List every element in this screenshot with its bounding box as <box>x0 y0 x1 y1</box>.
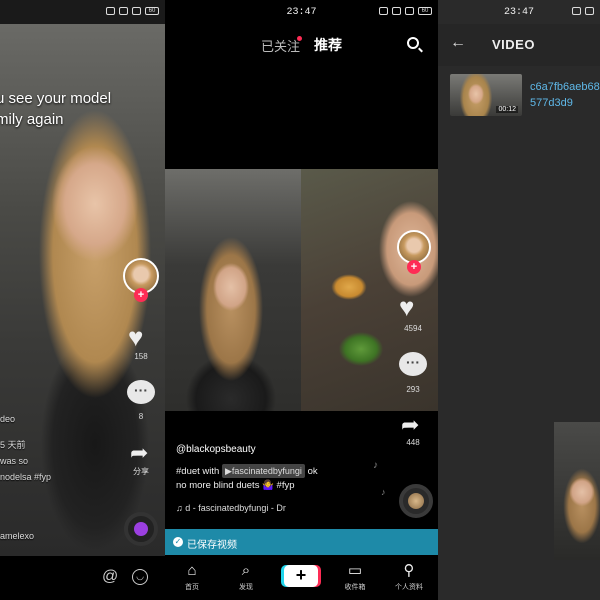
feed-panel: 23:47 60 已关注 推荐 + ♥ 4594 ··· 293 ➦ 448 @… <box>165 0 438 600</box>
nav-label: 收件箱 <box>344 584 366 591</box>
status-icons: 60 <box>106 7 159 15</box>
nav-home[interactable]: ⌂ 首页 <box>165 562 219 592</box>
heart-icon[interactable]: ♥ <box>128 322 143 353</box>
video-description: #duet with ▶fascinatedbyfungi ok no more… <box>176 464 366 493</box>
feed-header: 已关注 推荐 <box>165 34 438 56</box>
comment-count: 293 <box>406 385 420 394</box>
nav-label: 个人资料 <box>395 584 423 591</box>
home-icon: ⌂ <box>187 562 197 579</box>
share-icon[interactable]: ➦ <box>130 440 148 466</box>
discover-icon: ⌕ <box>241 562 251 579</box>
status-bar: 60 <box>0 0 165 24</box>
follow-plus-icon[interactable]: + <box>407 260 421 274</box>
share-label: 分享 <box>133 467 149 476</box>
follow-plus-icon[interactable]: + <box>134 288 148 302</box>
heart-icon[interactable]: ♥ <box>399 292 414 323</box>
meta-line: 5 天前 <box>0 440 26 450</box>
check-icon: ✓ <box>173 537 183 547</box>
music-note-icon: ♫ <box>176 503 183 513</box>
bottom-area <box>438 560 600 600</box>
bottom-nav: ⌂ 首页 ⌕ 发现 + ▭ 收件箱 ⚲ 个人资料 <box>165 556 438 600</box>
tab-recommended[interactable]: 推荐 <box>314 35 342 55</box>
creator-username[interactable]: @blackopsbeauty <box>176 444 256 455</box>
duet-video-left[interactable] <box>165 169 301 411</box>
music-title: d - fascinatedbyfungi - Dr <box>185 503 286 513</box>
music-disc-icon[interactable] <box>399 484 433 518</box>
back-arrow-icon[interactable]: ← <box>450 34 466 52</box>
meta-line: deo <box>0 414 16 424</box>
video-file-name[interactable]: c6a7fb6aeb680577d3d9 <box>530 79 600 111</box>
unread-dot <box>297 36 302 41</box>
share-icon[interactable]: ➦ <box>401 412 419 438</box>
music-note-icon: ♪ <box>381 487 386 497</box>
comment-icon[interactable]: ··· <box>399 352 427 376</box>
comment-icon[interactable]: ··· <box>127 380 155 404</box>
creator-avatar[interactable] <box>397 230 431 264</box>
search-icon[interactable] <box>407 37 419 49</box>
description-suffix: ok <box>307 466 318 477</box>
status-icons: 60 <box>379 7 432 15</box>
status-bar: 23:47 60 <box>165 0 438 24</box>
left-video-panel: 60 u see your model mily again + ♥ 158 ·… <box>0 0 165 600</box>
mini-video-preview[interactable] <box>554 422 600 560</box>
music-info[interactable]: ♫ d - fascinatedbyfungi - Dr <box>176 503 286 513</box>
like-count: 4594 <box>404 324 422 333</box>
mention-icon[interactable]: @ <box>102 568 118 586</box>
meta-line: nodelsa #fyp <box>0 472 52 482</box>
description-line2: no more blind duets 🤷‍♀️ #fyp <box>176 480 295 491</box>
video-duration: 00:12 <box>496 106 518 113</box>
video-caption: u see your model mily again <box>0 90 112 128</box>
page-title: VIDEO <box>492 37 535 52</box>
nav-label: 首页 <box>185 584 199 591</box>
duet-user-link[interactable]: ▶fascinatedbyfungi <box>221 464 305 478</box>
music-disc-icon[interactable] <box>124 512 158 546</box>
inbox-icon: ▭ <box>347 562 363 579</box>
emoji-icon[interactable]: ◡ <box>132 569 148 585</box>
meta-line: amelexo <box>0 531 35 541</box>
nav-profile[interactable]: ⚲ 个人资料 <box>382 562 436 592</box>
status-icons <box>572 7 594 15</box>
nav-discover[interactable]: ⌕ 发现 <box>219 562 273 592</box>
meta-line: was so <box>0 456 29 466</box>
like-count: 158 <box>134 352 148 361</box>
description-prefix: #duet with <box>176 466 220 477</box>
video-thumbnail[interactable]: 00:12 <box>450 74 522 116</box>
nav-label: 发现 <box>239 584 253 591</box>
video-file-panel: 23:47 ← VIDEO 00:12 c6a7fb6aeb680577d3d9 <box>438 0 600 600</box>
create-button[interactable]: + <box>284 565 318 587</box>
profile-icon: ⚲ <box>403 562 415 579</box>
status-bar: 23:47 <box>438 0 600 24</box>
nav-inbox[interactable]: ▭ 收件箱 <box>328 562 382 592</box>
comment-count: 8 <box>138 412 144 421</box>
toast-text: 已保存视频 <box>187 540 237 551</box>
saved-video-toast: ✓ 已保存视频 <box>165 529 438 555</box>
share-count: 448 <box>406 438 420 447</box>
app-bar: ← VIDEO <box>438 24 600 66</box>
tab-following[interactable]: 已关注 <box>261 36 300 55</box>
music-note-icon: ♪ <box>373 460 378 471</box>
